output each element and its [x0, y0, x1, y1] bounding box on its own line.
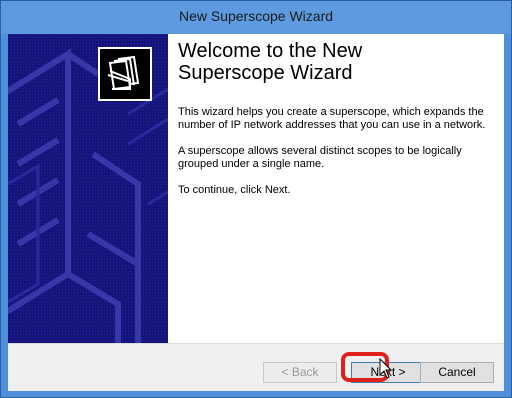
folders-icon	[98, 47, 152, 101]
wizard-side-banner	[8, 34, 168, 343]
wizard-client-area: Welcome to the New Superscope Wizard Thi…	[8, 34, 504, 391]
button-bar: < Back Next > Cancel	[8, 343, 504, 391]
back-button[interactable]: < Back	[263, 362, 337, 383]
wizard-content: Welcome to the New Superscope Wizard Thi…	[178, 40, 493, 340]
cancel-button[interactable]: Cancel	[420, 362, 494, 383]
continue-instruction: To continue, click Next.	[178, 184, 291, 196]
superscope-description: A superscope allows several distinct sco…	[178, 145, 462, 170]
wizard-window: New Superscope Wizard Welcome to the New…	[0, 0, 512, 398]
title-bar[interactable]: New Superscope Wizard	[1, 1, 511, 34]
wizard-heading: Welcome to the New Superscope Wizard	[178, 40, 363, 84]
next-button[interactable]: Next >	[351, 362, 425, 383]
window-title: New Superscope Wizard	[178, 8, 334, 24]
intro-paragraph: This wizard helps you create a superscop…	[178, 106, 486, 131]
